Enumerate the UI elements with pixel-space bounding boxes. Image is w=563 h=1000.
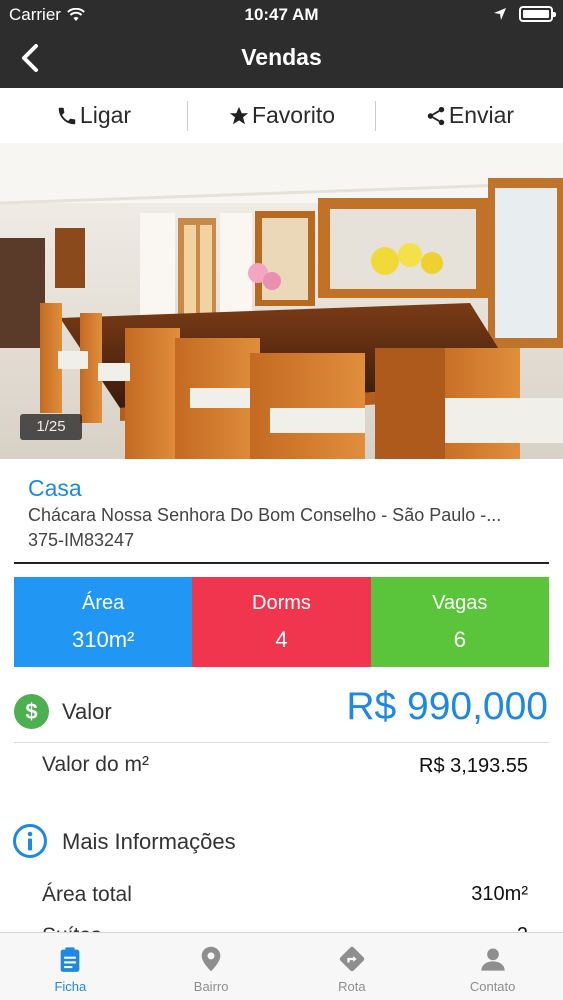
tab-contato-label: Contato bbox=[469, 979, 516, 994]
photo-counter: 1/25 bbox=[20, 414, 82, 440]
status-right bbox=[493, 6, 556, 22]
person-icon bbox=[480, 948, 505, 971]
stat-vagas: Vagas 6 bbox=[370, 577, 549, 667]
divider bbox=[14, 742, 549, 743]
more-info-title: Mais Informações bbox=[62, 829, 236, 854]
stat-vagas-value: 6 bbox=[453, 627, 466, 652]
phone-icon bbox=[58, 107, 76, 124]
dining-room-illustration bbox=[0, 143, 563, 459]
property-type: Casa bbox=[28, 475, 82, 501]
property-address: Chácara Nossa Senhora Do Bom Conselho - … bbox=[28, 505, 502, 525]
valor-label: Valor bbox=[62, 699, 112, 724]
page-title: Vendas bbox=[241, 44, 322, 70]
map-pin-icon bbox=[201, 946, 221, 972]
stat-area: Área 310m² bbox=[14, 577, 193, 667]
route-icon bbox=[339, 946, 365, 972]
tab-bairro[interactable]: Bairro bbox=[141, 933, 282, 1000]
clipboard-icon bbox=[61, 947, 80, 972]
location-arrow-icon bbox=[494, 8, 506, 20]
top-bar: Carrier 10:47 AM Vendas bbox=[0, 0, 563, 88]
status-time: 10:47 AM bbox=[244, 5, 319, 24]
battery-icon bbox=[519, 6, 556, 22]
tab-bar: Ficha Bairro Rota Contato bbox=[0, 932, 563, 1000]
tab-rota-label: Rota bbox=[338, 979, 366, 994]
status-bar: Carrier 10:47 AM bbox=[0, 0, 563, 30]
valor-price: R$ 990,000 bbox=[346, 685, 548, 728]
tab-bairro-label: Bairro bbox=[193, 979, 229, 994]
stat-vagas-label: Vagas bbox=[432, 592, 488, 614]
price-per-m2-value: R$ 3,193.55 bbox=[419, 755, 528, 777]
tab-ficha-label: Ficha bbox=[54, 979, 87, 994]
stat-dorms-label: Dorms bbox=[252, 592, 311, 614]
favorite-label: Favorito bbox=[251, 102, 336, 128]
info-row-label: Área total bbox=[42, 883, 132, 906]
star-icon bbox=[229, 106, 249, 124]
property-reference: 375-IM83247 bbox=[28, 530, 135, 550]
info-icon bbox=[13, 824, 47, 858]
nav-bar: Vendas bbox=[0, 30, 563, 88]
call-button[interactable]: Ligar bbox=[0, 101, 187, 131]
price-per-m2-label: Valor do m² bbox=[42, 753, 149, 776]
favorite-button[interactable]: Favorito bbox=[187, 100, 375, 131]
tab-rota[interactable]: Rota bbox=[282, 933, 423, 1000]
stats-panel: Área 310m² Dorms 4 Vagas 6 bbox=[14, 577, 549, 667]
tab-contato[interactable]: Contato bbox=[422, 933, 563, 1000]
divider bbox=[14, 562, 549, 564]
dollar-icon: $ bbox=[14, 694, 49, 729]
share-icon bbox=[427, 106, 445, 125]
stat-area-label: Área bbox=[82, 592, 125, 614]
call-label: Ligar bbox=[79, 102, 132, 128]
stat-dorms: Dorms 4 bbox=[192, 577, 371, 667]
info-row-value: 310m² bbox=[471, 883, 528, 905]
tab-ficha[interactable]: Ficha bbox=[0, 933, 141, 1000]
stat-dorms-value: 4 bbox=[275, 627, 288, 652]
share-button[interactable]: Enviar bbox=[375, 100, 563, 131]
action-bar: Ligar Favorito Enviar bbox=[0, 88, 563, 143]
stat-area-value: 310m² bbox=[71, 627, 135, 652]
share-label: Enviar bbox=[448, 102, 515, 128]
property-photo[interactable] bbox=[0, 143, 563, 459]
